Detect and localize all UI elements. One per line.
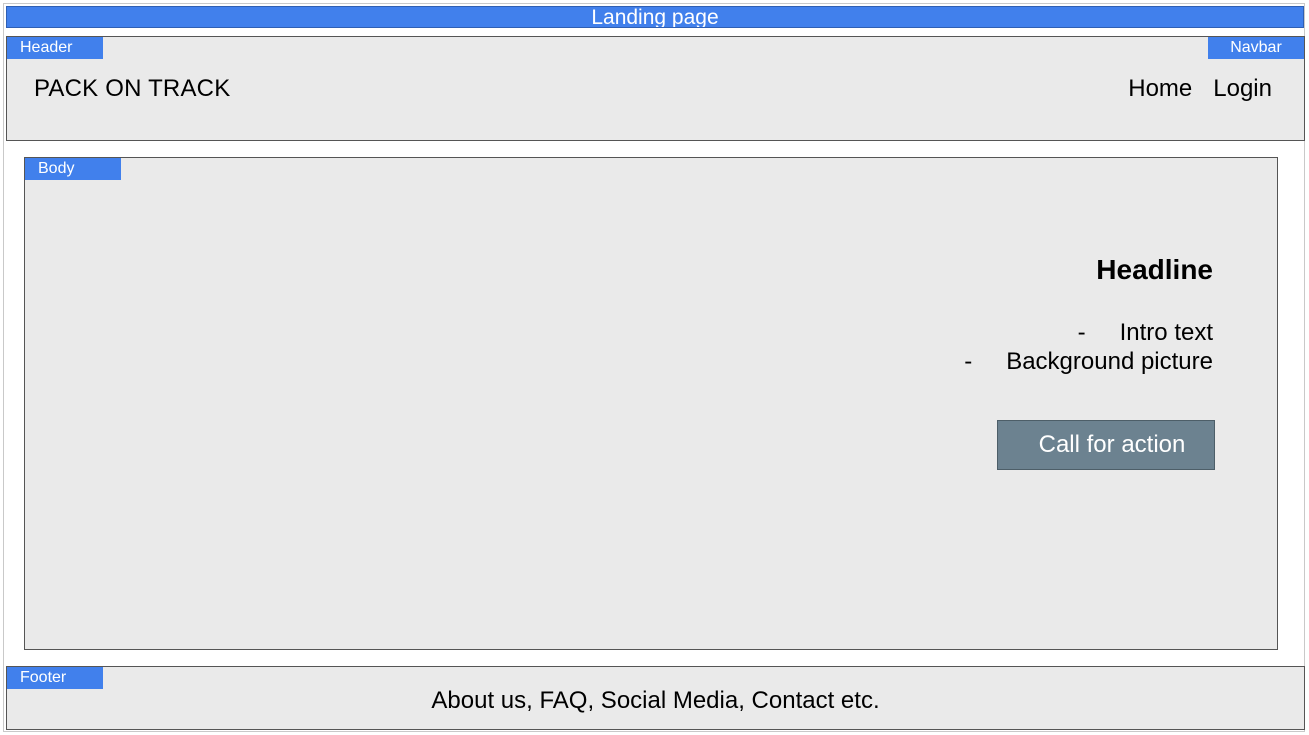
page-title: Landing page [6, 6, 1304, 28]
nav-link-home[interactable]: Home [1128, 75, 1192, 103]
bullet-dash: - [1077, 319, 1086, 346]
bullet-list: - Intro text - Background picture [964, 318, 1213, 376]
header-tag: Header [7, 37, 103, 59]
navbar: Home Login [1128, 75, 1272, 103]
footer-links[interactable]: About us, FAQ, Social Media, Contact etc… [7, 687, 1304, 715]
list-item: - Background picture [964, 347, 1213, 376]
footer-tag: Footer [7, 667, 103, 689]
footer-section: Footer About us, FAQ, Social Media, Cont… [6, 666, 1305, 730]
navbar-tag: Navbar [1208, 37, 1304, 59]
headline: Headline [1096, 254, 1213, 285]
bullet-text: Intro text [1119, 319, 1213, 346]
brand-logo[interactable]: PACK ON TRACK [34, 75, 230, 103]
bullet-dash: - [964, 348, 973, 375]
body-section: Body Headline - Intro text - Background … [24, 157, 1278, 650]
call-to-action-button[interactable]: Call for action [997, 420, 1215, 470]
nav-link-login[interactable]: Login [1213, 75, 1272, 103]
body-tag: Body [25, 158, 121, 180]
bullet-text: Background picture [1006, 348, 1213, 375]
list-item: - Intro text [964, 318, 1213, 347]
header-section: Header Navbar PACK ON TRACK Home Login [6, 36, 1305, 141]
